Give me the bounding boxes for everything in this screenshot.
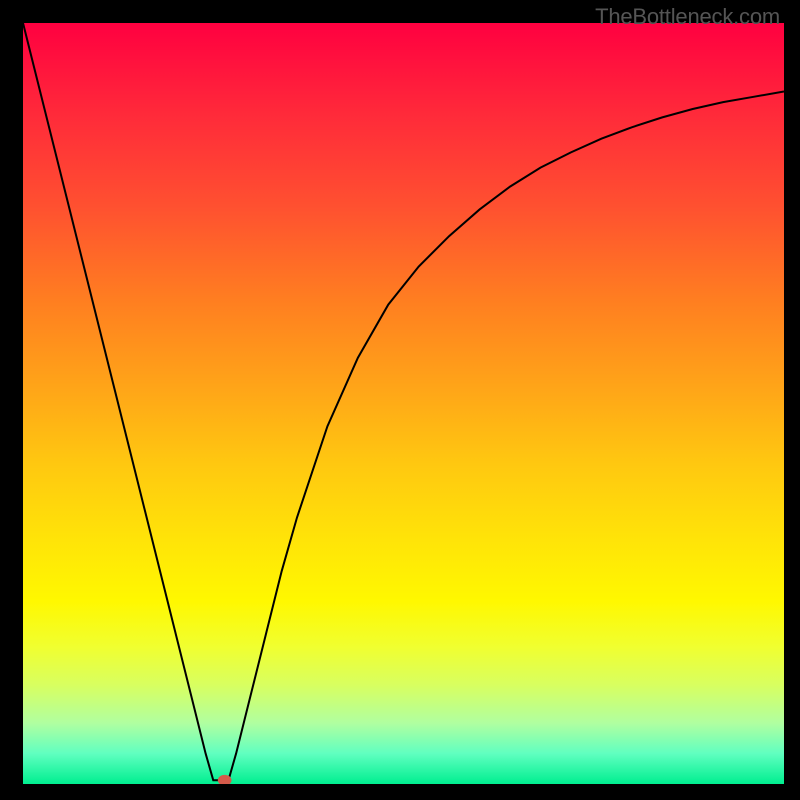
watermark-text: TheBottleneck.com — [595, 4, 780, 30]
chart-svg-layer — [23, 23, 784, 784]
bottleneck-curve — [23, 23, 784, 780]
